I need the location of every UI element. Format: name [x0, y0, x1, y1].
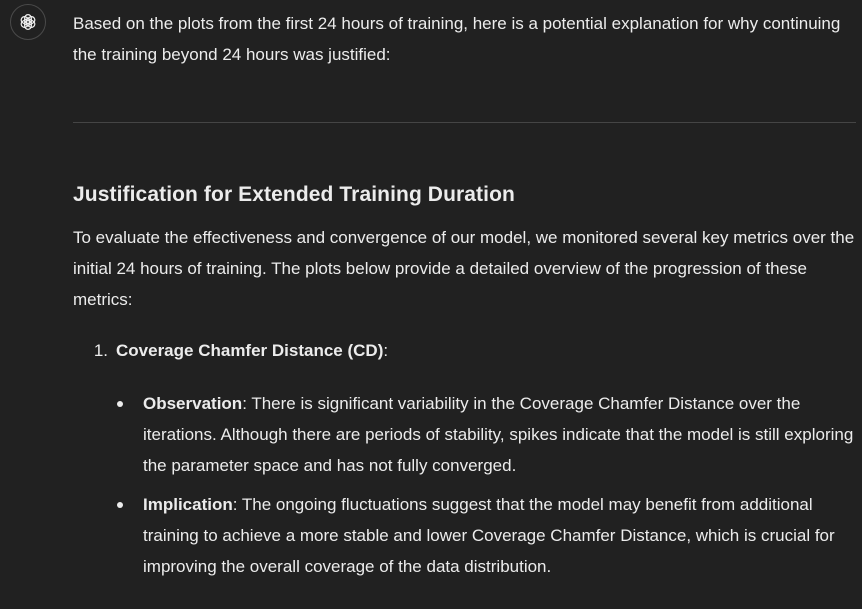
section-divider [73, 122, 856, 123]
section-heading: Justification for Extended Training Dura… [73, 183, 515, 206]
bullet-list: Observation: There is significant variab… [116, 388, 856, 590]
bullet-term: Observation [143, 394, 243, 413]
bullet-dot [116, 388, 143, 481]
list-item-suffix: : [383, 341, 389, 360]
list-item-label: Coverage Chamfer Distance (CD) [116, 341, 384, 360]
bullet-text: Observation: There is significant variab… [143, 388, 856, 481]
list-item-1: 1. Coverage Chamfer Distance (CD): [73, 335, 388, 366]
bullet-implication: Implication: The ongoing fluctuations su… [116, 489, 856, 582]
bullet-dot [116, 489, 143, 582]
bullet-body: : The ongoing fluctuations suggest that … [143, 495, 835, 576]
bullet-body: : There is significant variability in th… [143, 394, 854, 475]
intro-text: Based on the plots from the first 24 hou… [73, 14, 841, 64]
message-intro: Based on the plots from the first 24 hou… [73, 8, 855, 70]
list-item-number: 1. [93, 341, 108, 360]
assistant-avatar [10, 4, 46, 40]
section-paragraph: To evaluate the effectiveness and conver… [73, 222, 855, 315]
bullet-text: Implication: The ongoing fluctuations su… [143, 489, 856, 582]
openai-logo-icon [20, 14, 36, 30]
bullet-observation: Observation: There is significant variab… [116, 388, 856, 481]
bullet-term: Implication [143, 495, 233, 514]
section-paragraph-text: To evaluate the effectiveness and conver… [73, 228, 855, 309]
